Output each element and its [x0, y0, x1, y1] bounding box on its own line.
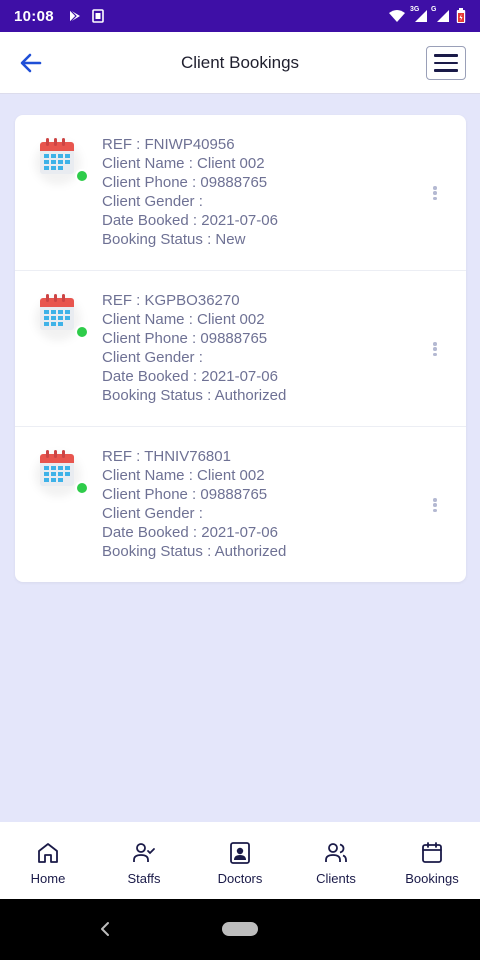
battery-icon [456, 8, 466, 23]
calendar-icon [422, 842, 442, 863]
status-time: 10:08 [14, 7, 54, 25]
page-title: Client Bookings [180, 53, 300, 72]
nav-label-doctors: Doctors [217, 871, 263, 886]
booking-client-gender: Client Gender : [102, 505, 203, 522]
booking-item[interactable]: REF : KGPBO36270 Client Name : Client 00… [15, 271, 466, 427]
booking-status: Booking Status : New [102, 231, 246, 248]
booking-item[interactable]: REF : FNIWP40956 Client Name : Client 00… [15, 115, 466, 271]
app-bar: Client Bookings [0, 32, 480, 94]
back-button[interactable] [18, 51, 44, 75]
booking-date: Date Booked : 2021-07-06 [102, 212, 278, 229]
booking-client-gender: Client Gender : [102, 349, 203, 366]
doctor-badge-icon [230, 842, 250, 864]
more-options-button[interactable] [426, 339, 444, 359]
booking-client-name: Client Name : Client 002 [102, 311, 265, 328]
booking-details: REF : KGPBO36270 Client Name : Client 00… [102, 291, 286, 405]
booking-avatar [35, 137, 89, 185]
nav-label-bookings: Bookings [405, 871, 459, 886]
system-navigation-bar [0, 899, 480, 960]
booking-client-gender: Client Gender : [102, 193, 203, 210]
system-back-button[interactable] [96, 919, 114, 939]
booking-client-name: Client Name : Client 002 [102, 467, 265, 484]
booking-ref: REF : KGPBO36270 [102, 292, 240, 309]
nav-label-staffs: Staffs [127, 871, 161, 886]
booking-date: Date Booked : 2021-07-06 [102, 368, 278, 385]
cell-signal-g-icon: G [431, 6, 450, 23]
calendar-avatar-icon [40, 138, 74, 174]
cell-signal-3g-icon: 3G [410, 6, 428, 23]
booking-avatar [35, 449, 89, 497]
play-store-icon [69, 9, 80, 23]
booking-client-phone: Client Phone : 09888765 [102, 330, 268, 347]
nav-item-clients[interactable]: Clients [288, 822, 384, 899]
status-system-icons: 3G G [388, 6, 466, 24]
more-vertical-icon [433, 498, 437, 502]
bottom-navigation: Home Staffs Doctors Clients Bookings [0, 822, 480, 899]
users-icon [325, 843, 347, 862]
booking-client-phone: Client Phone : 09888765 [102, 486, 268, 503]
more-options-button[interactable] [426, 495, 444, 515]
online-status-indicator [75, 169, 89, 183]
sim-card-icon [92, 9, 104, 23]
nav-item-bookings[interactable]: Bookings [384, 822, 480, 899]
booking-client-phone: Client Phone : 09888765 [102, 174, 268, 191]
status-bar: 10:08 3G G [0, 0, 480, 32]
booking-status: Booking Status : Authorized [102, 387, 287, 404]
user-check-icon [133, 843, 155, 862]
more-vertical-icon [433, 186, 437, 190]
booking-avatar [35, 293, 89, 341]
nav-label-home: Home [30, 871, 66, 886]
system-home-pill[interactable] [222, 922, 258, 936]
status-notification-icons [68, 9, 104, 23]
booking-client-name: Client Name : Client 002 [102, 155, 265, 172]
booking-status: Booking Status : Authorized [102, 543, 287, 560]
booking-details: REF : FNIWP40956 Client Name : Client 00… [102, 135, 278, 249]
booking-ref: REF : FNIWP40956 [102, 136, 235, 153]
nav-item-staffs[interactable]: Staffs [96, 822, 192, 899]
nav-label-clients: Clients [316, 871, 356, 886]
calendar-avatar-icon [40, 450, 74, 486]
arrow-left-icon [20, 53, 42, 73]
nav-item-home[interactable]: Home [0, 822, 96, 899]
more-options-button[interactable] [426, 183, 444, 203]
online-status-indicator [75, 481, 89, 495]
menu-button[interactable] [426, 46, 466, 80]
online-status-indicator [75, 325, 89, 339]
more-vertical-icon [433, 342, 437, 346]
calendar-avatar-icon [40, 294, 74, 330]
nav-item-doctors[interactable]: Doctors [192, 822, 288, 899]
wifi-icon [389, 10, 405, 22]
hamburger-menu-icon [434, 54, 458, 57]
booking-item[interactable]: REF : THNIV76801 Client Name : Client 00… [15, 427, 466, 582]
booking-ref: REF : THNIV76801 [102, 448, 231, 465]
bookings-list: REF : FNIWP40956 Client Name : Client 00… [15, 115, 466, 582]
booking-details: REF : THNIV76801 Client Name : Client 00… [102, 447, 286, 561]
chevron-left-icon [101, 922, 109, 936]
home-icon [38, 843, 58, 863]
booking-date: Date Booked : 2021-07-06 [102, 524, 278, 541]
